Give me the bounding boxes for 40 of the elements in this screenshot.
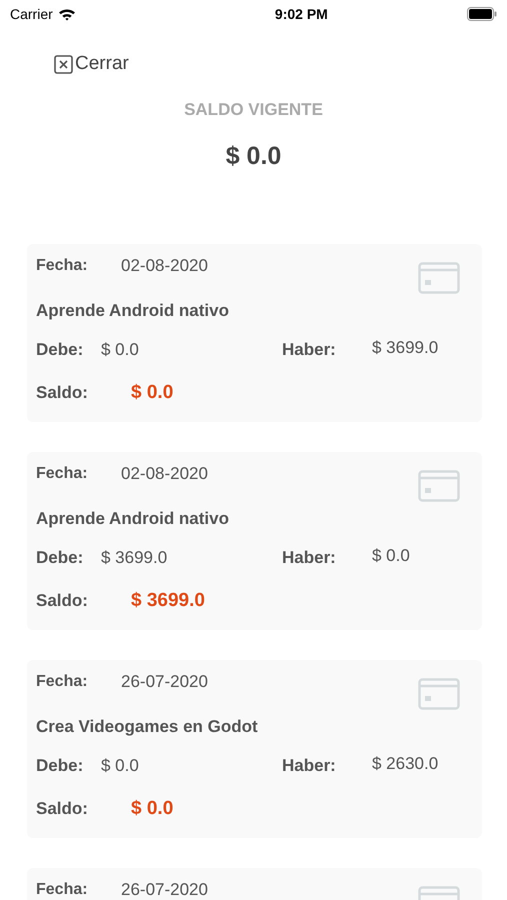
wifi-icon [58, 8, 76, 20]
balance-label: Saldo: [36, 590, 89, 612]
credit-value: $ 3699.0 [372, 337, 438, 359]
battery-icon [466, 7, 497, 21]
credit-card-icon [418, 262, 460, 294]
balance-value: $ 0.0 [131, 380, 174, 404]
balance-title: SALDO VIGENTE [183, 98, 324, 120]
credit-card-icon [418, 678, 460, 710]
concept-text: Crea Videogames en Godot [36, 716, 259, 738]
close-icon [54, 54, 73, 74]
credit-label: Haber: [282, 547, 337, 569]
date-label: Fecha: [36, 256, 89, 276]
concept-text: Aprende Android nativo [36, 300, 230, 322]
date-value: 26-07-2020 [121, 878, 208, 900]
clock-text: 9:02 PM [274, 4, 328, 24]
credit-value: $ 0.0 [372, 545, 410, 567]
debit-value: $ 3699.0 [101, 547, 168, 569]
debit-value: $ 0.0 [101, 339, 140, 361]
date-label: Fecha: [36, 464, 89, 484]
balance-value: $ 3699.0 [131, 588, 205, 612]
credit-label: Haber: [282, 339, 337, 361]
debit-label: Debe: [36, 755, 84, 777]
balance-value: $ 0.0 [131, 796, 174, 820]
credit-value: $ 2630.0 [372, 753, 438, 775]
date-label: Fecha: [36, 672, 89, 692]
debit-value: $ 0.0 [101, 755, 140, 777]
debit-label: Debe: [36, 547, 84, 569]
credit-label: Haber: [282, 755, 337, 777]
close-button[interactable]: Cerrar [54, 50, 129, 78]
date-value: 02-08-2020 [121, 254, 208, 277]
balance-label: Saldo: [36, 382, 89, 404]
concept-text: Aprende Android nativo [36, 508, 230, 530]
balance-amount: $ 0.0 [224, 141, 282, 172]
balance-label: Saldo: [36, 798, 89, 820]
debit-label: Debe: [36, 339, 84, 361]
credit-card-icon [418, 470, 460, 502]
date-value: 26-07-2020 [121, 670, 208, 693]
carrier-text: Carrier [10, 4, 53, 24]
date-label: Fecha: [36, 880, 89, 900]
date-value: 02-08-2020 [121, 462, 208, 485]
